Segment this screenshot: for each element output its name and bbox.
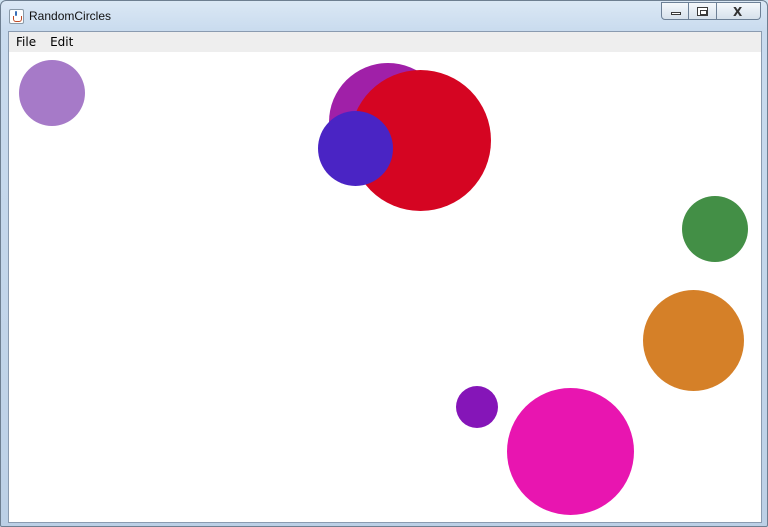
restore-icon [697,7,708,16]
menu-bar: File Edit [9,32,761,52]
client-area: File Edit [8,31,762,523]
java-cup-icon[interactable] [9,9,24,24]
menu-file[interactable]: File [9,32,43,52]
circle-5 [682,196,748,262]
circle-1 [19,60,85,126]
drawing-canvas[interactable] [9,52,761,522]
window-title: RandomCircles [29,9,112,23]
circle-7 [456,386,498,428]
circle-6 [643,290,744,391]
close-button[interactable]: X [717,2,761,20]
minimize-button[interactable] [661,2,689,20]
minimize-icon [671,12,681,15]
window-controls: X [661,2,761,21]
title-bar[interactable]: RandomCircles X [1,1,767,31]
app-window: RandomCircles X File Edit [0,0,768,527]
menu-edit[interactable]: Edit [43,32,80,52]
close-icon: X [733,5,743,19]
circle-4 [318,111,393,186]
maximize-button[interactable] [689,2,717,20]
circle-8 [507,388,634,515]
